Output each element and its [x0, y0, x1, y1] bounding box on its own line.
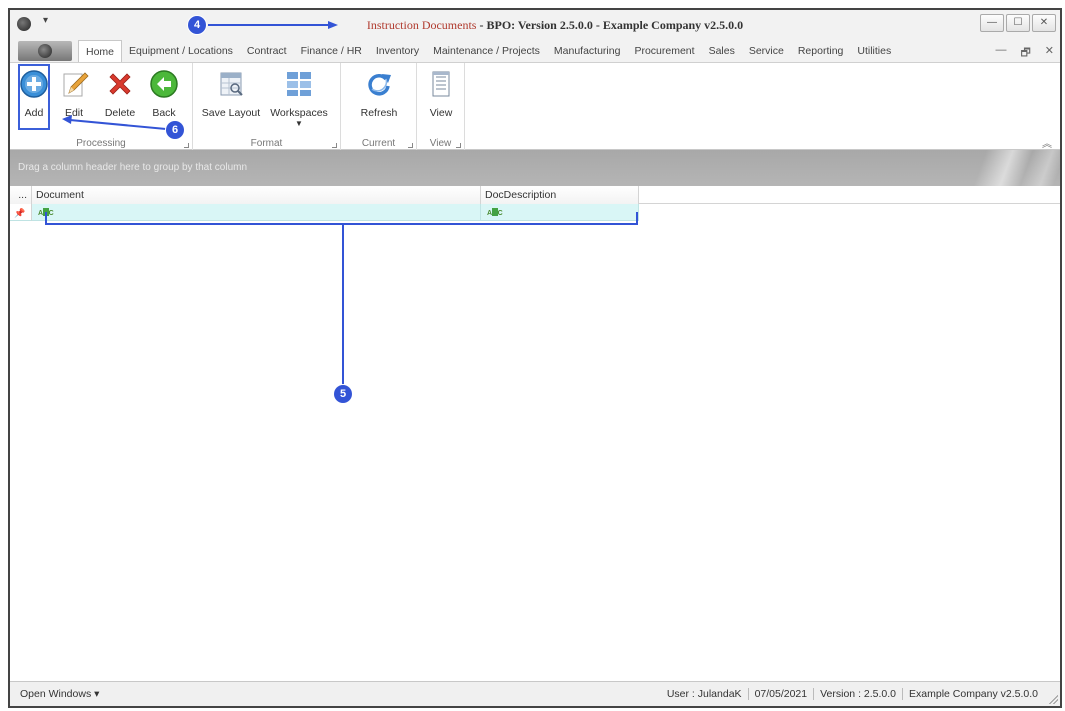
- group-label-processing: Processing: [76, 138, 126, 149]
- refresh-icon: [368, 74, 391, 96]
- callout-badge-6: 6: [166, 121, 184, 139]
- group-by-hint: Drag a column header here to group by th…: [18, 162, 248, 173]
- column-header-docdescription[interactable]: DocDescription: [481, 186, 639, 204]
- delete-icon: [109, 73, 131, 95]
- group-by-panel[interactable]: Drag a column header here to group by th…: [10, 150, 1060, 186]
- maximize-button[interactable]: ☐: [1006, 14, 1030, 32]
- callout-badge-5: 5: [334, 385, 352, 403]
- add-icon: [20, 70, 48, 98]
- group-label-current: Current: [361, 138, 396, 149]
- ribbon-tabs: Home Equipment / Locations Contract Fina…: [78, 40, 898, 62]
- add-button[interactable]: Add: [18, 64, 50, 130]
- column-header-document[interactable]: Document: [32, 186, 481, 204]
- window-title-app: - BPO: Version 2.5.0.0 - Example Company…: [476, 18, 744, 32]
- window-title-document: Instruction Documents: [366, 18, 477, 32]
- tab-service[interactable]: Service: [742, 40, 791, 62]
- mdi-controls: — 🗗 ✕: [995, 44, 1054, 63]
- auto-filter-row: AC AC: [10, 204, 1060, 221]
- tab-procurement[interactable]: Procurement: [627, 40, 701, 62]
- window-controls: — ☐ ✕: [980, 14, 1056, 32]
- open-windows-menu[interactable]: Open Windows ▾: [20, 688, 99, 700]
- indicator-header[interactable]: ...: [10, 186, 32, 204]
- ribbon-tabs-row: Home Equipment / Locations Contract Fina…: [10, 40, 1060, 62]
- tab-sales[interactable]: Sales: [702, 40, 742, 62]
- status-bar: Open Windows ▾ User : JulandaK 07/05/202…: [10, 681, 1060, 706]
- ribbon-group-current: Refresh Current: [341, 63, 417, 151]
- ribbon-group-processing: Add Edit Delete Back Processing: [10, 63, 193, 151]
- tab-manufacturing[interactable]: Manufacturing: [547, 40, 628, 62]
- workspaces-icon: [287, 72, 311, 96]
- tab-maintenance-projects[interactable]: Maintenance / Projects: [426, 40, 547, 62]
- back-icon: [150, 70, 178, 98]
- format-launcher-icon[interactable]: [332, 143, 337, 148]
- ribbon: Add Edit Delete Back Processing Save Lay…: [10, 62, 1060, 151]
- delete-button[interactable]: Delete: [100, 69, 140, 125]
- collapse-ribbon-icon[interactable]: ︽: [1042, 135, 1052, 150]
- mdi-close-button[interactable]: ✕: [1045, 44, 1054, 63]
- minimize-button[interactable]: —: [980, 14, 1004, 32]
- status-date: 07/05/2021: [747, 688, 814, 700]
- workspaces-dropdown-icon: ▼: [295, 119, 303, 128]
- mdi-minimize-button[interactable]: —: [995, 44, 1006, 63]
- current-launcher-icon[interactable]: [408, 143, 413, 148]
- save-layout-button[interactable]: Save Layout: [199, 69, 263, 125]
- decorative-swoosh: [940, 150, 1060, 186]
- refresh-button[interactable]: Refresh: [349, 69, 409, 125]
- application-menu-button[interactable]: [18, 41, 72, 61]
- status-company: Example Company v2.5.0.0: [902, 688, 1044, 700]
- tab-equipment-locations[interactable]: Equipment / Locations: [122, 40, 240, 62]
- text-filter-icon: AC: [38, 208, 54, 217]
- mdi-restore-button[interactable]: 🗗: [1020, 44, 1030, 63]
- status-user: User : JulandaK: [666, 688, 742, 700]
- documents-grid: Drag a column header here to group by th…: [10, 150, 1060, 681]
- app-menu-logo-icon: [38, 44, 52, 58]
- back-button[interactable]: Back: [146, 69, 182, 125]
- close-button[interactable]: ✕: [1032, 14, 1056, 32]
- window-title: Instruction Documents - BPO: Version 2.5…: [10, 18, 1060, 33]
- processing-launcher-icon[interactable]: [184, 143, 189, 148]
- tab-utilities[interactable]: Utilities: [850, 40, 898, 62]
- edit-button[interactable]: Edit: [56, 69, 92, 125]
- view-document-icon: [432, 71, 450, 97]
- tab-reporting[interactable]: Reporting: [791, 40, 851, 62]
- filter-row-pin-icon: 📌: [14, 208, 26, 218]
- tab-finance-hr[interactable]: Finance / HR: [294, 40, 369, 62]
- save-layout-icon: [220, 72, 243, 96]
- ribbon-group-format: Save Layout Workspaces ▼ Format: [193, 63, 341, 151]
- resize-grip-icon[interactable]: [1048, 694, 1058, 704]
- workspaces-button[interactable]: Workspaces ▼: [267, 69, 331, 128]
- tab-home[interactable]: Home: [78, 40, 123, 62]
- callout-badge-4: 4: [188, 16, 206, 34]
- status-info: User : JulandaK 07/05/2021 Version : 2.5…: [661, 688, 1044, 700]
- filter-cell-document[interactable]: AC: [32, 204, 481, 221]
- status-version: Version : 2.5.0.0: [813, 688, 902, 700]
- ribbon-group-view: View View: [417, 63, 465, 151]
- group-label-format: Format: [250, 138, 283, 149]
- text-filter-icon: AC: [487, 208, 503, 217]
- edit-icon: [63, 72, 89, 97]
- view-button[interactable]: View: [423, 69, 459, 125]
- view-launcher-icon[interactable]: [456, 143, 461, 148]
- title-bar: ▾ Instruction Documents - BPO: Version 2…: [10, 10, 1060, 40]
- application-window: ▾ Instruction Documents - BPO: Version 2…: [8, 8, 1062, 708]
- tab-inventory[interactable]: Inventory: [369, 40, 426, 62]
- grid-header-row: ... Document DocDescription: [10, 186, 1060, 204]
- filter-cell-docdescription[interactable]: AC: [481, 204, 639, 221]
- tab-contract[interactable]: Contract: [240, 40, 294, 62]
